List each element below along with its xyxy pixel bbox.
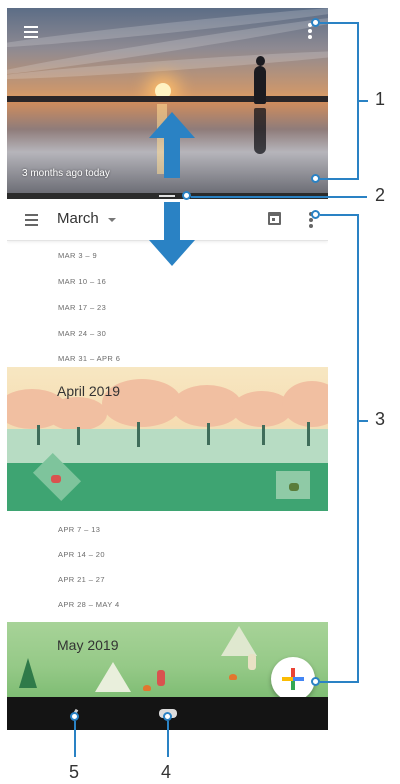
plus-icon-bar (282, 677, 304, 681)
callout-4-marker (163, 712, 172, 721)
resize-up-arrow-shaft (164, 136, 180, 178)
camper-person (248, 654, 256, 670)
callout-4-line (167, 721, 169, 757)
week-row-mar-17[interactable]: MAR 17 – 23 (58, 303, 106, 312)
picnic-person (51, 475, 61, 483)
callout-3-top-marker (311, 210, 320, 219)
calendar-panel: March MAR 3 – 9 MAR 10 – 16 MAR 17 – 23 … (7, 199, 328, 697)
callout-1-bottom-marker (311, 174, 320, 183)
person-silhouette (254, 66, 266, 104)
tree-trunk (137, 422, 140, 447)
camper-person (157, 670, 165, 686)
callout-3-line (357, 214, 359, 683)
april-banner-title: April 2019 (57, 383, 121, 399)
tent (95, 662, 131, 692)
week-row-apr-28[interactable]: APR 28 – MAY 4 (58, 600, 120, 609)
tree-trunk (307, 422, 310, 446)
hamburger-menu-icon[interactable] (24, 26, 38, 41)
callout-4-label: 4 (161, 762, 172, 782)
picnic-person (289, 483, 299, 491)
drag-grip-icon[interactable] (159, 195, 175, 197)
month-selector[interactable]: March (57, 210, 99, 227)
memory-caption: 3 months ago today (22, 168, 110, 179)
callout-3-line (358, 420, 368, 422)
april-month-banner: April 2019 (7, 367, 328, 511)
calendar-today-icon[interactable] (268, 212, 281, 225)
tree-trunk (262, 425, 265, 445)
week-row-apr-21[interactable]: APR 21 – 27 (58, 575, 105, 584)
week-row-mar-3[interactable]: MAR 3 – 9 (58, 251, 97, 260)
callout-1-line (320, 22, 358, 24)
tree-trunk (77, 427, 80, 445)
callout-3-line (320, 214, 358, 216)
week-row-apr-7[interactable]: APR 7 – 13 (58, 525, 100, 534)
callout-2-marker (182, 191, 191, 200)
campfire (229, 674, 237, 680)
person-reflection (254, 108, 266, 154)
callout-3-line (320, 681, 358, 683)
callout-1-label: 1 (375, 89, 386, 109)
callout-5-label: 5 (69, 762, 80, 782)
tree-trunk (207, 423, 210, 445)
tree-canopy (282, 381, 328, 427)
callout-2-label: 2 (375, 185, 386, 205)
week-row-apr-14[interactable]: APR 14 – 20 (58, 550, 105, 559)
may-banner-title: May 2019 (57, 637, 119, 653)
callout-3-bottom-marker (311, 677, 320, 686)
hamburger-menu-icon[interactable] (25, 214, 38, 229)
callout-5-line (74, 721, 76, 757)
resize-down-arrow-icon (149, 240, 195, 266)
tent (221, 626, 257, 656)
callout-1-top-marker (311, 18, 320, 27)
week-row-mar-10[interactable]: MAR 10 – 16 (58, 277, 106, 286)
person-silhouette-head (256, 56, 265, 66)
week-row-mar-31[interactable]: MAR 31 – APR 6 (58, 354, 120, 363)
campfire (143, 685, 151, 691)
callout-3-label: 3 (375, 409, 386, 429)
resize-up-arrow-icon (149, 112, 195, 138)
callout-1-line (358, 100, 368, 102)
callout-2-line (191, 196, 367, 198)
create-event-button[interactable] (271, 657, 315, 697)
callout-1-line (320, 178, 358, 180)
week-row-mar-24[interactable]: MAR 24 – 30 (58, 329, 106, 338)
resize-down-arrow-shaft (164, 202, 180, 242)
tree-trunk (37, 425, 40, 445)
tree-canopy (47, 397, 107, 431)
callout-5-marker (70, 712, 79, 721)
chevron-down-icon[interactable] (108, 218, 116, 222)
pine-tree (19, 658, 37, 688)
